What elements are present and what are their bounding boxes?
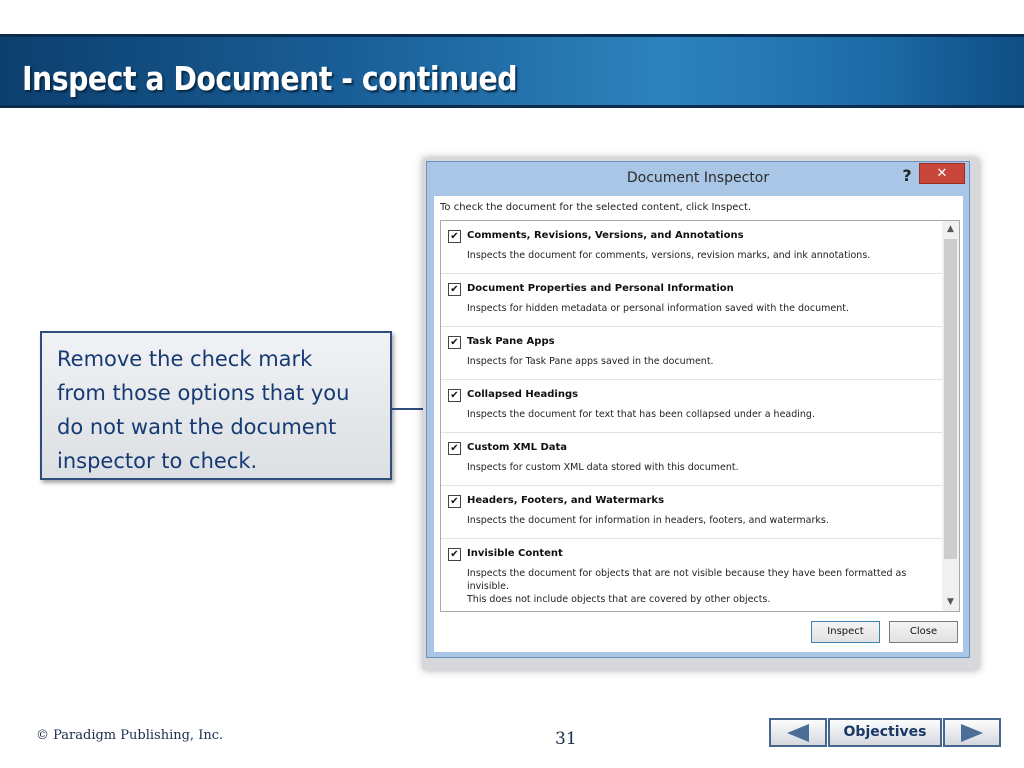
- checkbox-document-properties[interactable]: ✔: [448, 283, 461, 296]
- instruction-callout: Remove the check mark from those options…: [40, 331, 392, 480]
- inspection-options: ✔ Comments, Revisions, Versions, and Ann…: [441, 221, 943, 605]
- checkbox-collapsed-headings[interactable]: ✔: [448, 389, 461, 402]
- list-item: ✔ Document Properties and Personal Infor…: [441, 274, 943, 327]
- dialog-instruction: To check the document for the selected c…: [440, 202, 752, 213]
- item-description: Inspects for custom XML data stored with…: [467, 462, 739, 473]
- list-item: ✔ Invisible Content Inspects the documen…: [441, 539, 943, 605]
- close-button[interactable]: Close: [889, 621, 958, 643]
- dialog-titlebar[interactable]: Document Inspector ? ✕: [427, 162, 969, 196]
- callout-line: from those options that you: [57, 381, 350, 405]
- item-description-line: This does not include objects that are c…: [467, 594, 771, 605]
- slide-title: Inspect a Document - continued: [22, 59, 518, 98]
- chevron-up-icon[interactable]: ▲: [942, 221, 959, 238]
- dialog-title: Document Inspector: [626, 170, 770, 186]
- item-title: Headers, Footers, and Watermarks: [467, 495, 665, 506]
- copyright-text: © Paradigm Publishing, Inc.: [36, 728, 224, 743]
- checkbox-comments[interactable]: ✔: [448, 230, 461, 243]
- item-description: Inspects the document for objects that a…: [467, 567, 937, 606]
- item-title: Task Pane Apps: [467, 336, 555, 347]
- item-description: Inspects for hidden metadata or personal…: [467, 303, 849, 314]
- objectives-label: Objectives: [843, 724, 927, 740]
- objectives-button[interactable]: Objectives: [828, 718, 942, 747]
- inspection-options-list[interactable]: ✔ Comments, Revisions, Versions, and Ann…: [440, 220, 960, 612]
- arrow-left-icon: [787, 724, 809, 742]
- list-item: ✔ Task Pane Apps Inspects for Task Pane …: [441, 327, 943, 380]
- next-slide-button[interactable]: [943, 718, 1001, 747]
- item-title: Invisible Content: [467, 548, 563, 559]
- callout-line: inspector to check.: [57, 449, 258, 473]
- callout-line: do not want the document: [57, 415, 337, 439]
- callout-line: Remove the check mark: [57, 347, 313, 371]
- help-button[interactable]: ?: [895, 165, 919, 187]
- list-scrollbar[interactable]: ▲ ▼: [942, 221, 959, 611]
- close-icon[interactable]: ✕: [919, 163, 965, 184]
- checkbox-headers-footers[interactable]: ✔: [448, 495, 461, 508]
- item-title: Custom XML Data: [467, 442, 568, 453]
- list-item: ✔ Custom XML Data Inspects for custom XM…: [441, 433, 943, 486]
- chevron-down-icon[interactable]: ▼: [942, 594, 959, 611]
- item-description: Inspects the document for comments, vers…: [467, 250, 871, 261]
- list-item: ✔ Collapsed Headings Inspects the docume…: [441, 380, 943, 433]
- document-inspector-dialog: Document Inspector ? ✕ To check the docu…: [426, 161, 970, 658]
- item-title: Document Properties and Personal Informa…: [467, 283, 734, 294]
- page-number: 31: [555, 729, 577, 749]
- arrow-right-icon: [961, 724, 983, 742]
- item-description: Inspects the document for information in…: [467, 515, 829, 526]
- list-item: ✔ Headers, Footers, and Watermarks Inspe…: [441, 486, 943, 539]
- item-title: Comments, Revisions, Versions, and Annot…: [467, 230, 744, 241]
- item-description: Inspects for Task Pane apps saved in the…: [467, 356, 714, 367]
- inspect-button[interactable]: Inspect: [811, 621, 880, 643]
- checkbox-invisible-content[interactable]: ✔: [448, 548, 461, 561]
- scrollbar-thumb[interactable]: [944, 239, 957, 559]
- checkbox-task-pane-apps[interactable]: ✔: [448, 336, 461, 349]
- checkbox-custom-xml-data[interactable]: ✔: [448, 442, 461, 455]
- slide-title-banner: Inspect a Document - continued: [0, 34, 1024, 108]
- item-description: Inspects the document for text that has …: [467, 409, 815, 420]
- previous-slide-button[interactable]: [769, 718, 827, 747]
- item-description-line: Inspects the document for objects that a…: [467, 568, 907, 592]
- dialog-body: To check the document for the selected c…: [434, 196, 963, 652]
- list-item: ✔ Comments, Revisions, Versions, and Ann…: [441, 221, 943, 274]
- item-title: Collapsed Headings: [467, 389, 579, 400]
